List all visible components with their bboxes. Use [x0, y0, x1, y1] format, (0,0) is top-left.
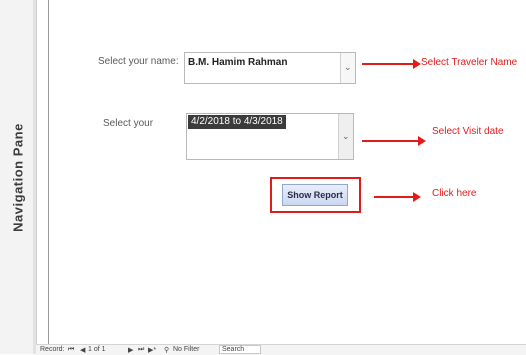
- arrow-head-icon: [413, 192, 421, 202]
- chevron-down-icon: ⌄: [344, 62, 352, 72]
- record-position[interactable]: 1 of 1: [88, 346, 106, 353]
- first-record-icon[interactable]: ⏮: [68, 346, 74, 354]
- form-left-border: [48, 0, 49, 344]
- chevron-down-icon: ⌄: [342, 130, 350, 141]
- visit-date-scrollbar[interactable]: ⌄: [338, 114, 353, 159]
- navigation-pane-edge: [33, 0, 36, 354]
- filter-status[interactable]: No Filter: [173, 346, 199, 353]
- arrow-to-date: [362, 136, 426, 146]
- navigation-pane[interactable]: Navigation Pane: [0, 0, 37, 354]
- next-record-icon[interactable]: ▶: [128, 346, 133, 354]
- name-combobox[interactable]: B.M. Hamim Rahman ⌄: [184, 52, 356, 84]
- arrow-head-icon: [418, 136, 426, 146]
- annotation-select-traveler-name: Select Traveler Name: [421, 57, 518, 68]
- annotation-select-visit-date: Select Visit date: [432, 126, 504, 137]
- name-dropdown-button[interactable]: ⌄: [340, 53, 355, 83]
- previous-record-icon[interactable]: ◀: [80, 346, 85, 354]
- arrow-to-name: [362, 59, 421, 69]
- arrow-to-button: [374, 192, 421, 202]
- show-report-button[interactable]: Show Report: [282, 184, 348, 206]
- filter-icon[interactable]: ⚲: [164, 346, 169, 354]
- last-record-icon[interactable]: ⏭: [138, 346, 144, 354]
- arrow-head-icon: [413, 59, 421, 69]
- visit-date-selected-item[interactable]: 4/2/2018 to 4/3/2018: [188, 115, 286, 129]
- navigation-pane-title[interactable]: Navigation Pane: [11, 108, 26, 248]
- name-combobox-value: B.M. Hamim Rahman: [188, 57, 288, 68]
- new-record-icon[interactable]: ▶*: [148, 346, 156, 354]
- annotation-click-here: Click here: [432, 188, 477, 199]
- record-label: Record:: [40, 346, 65, 353]
- name-field-label: Select your name:: [98, 56, 179, 67]
- record-search-input[interactable]: Search: [219, 345, 261, 354]
- record-navigation-bar: Record: ⏮ ◀ 1 of 1 ▶ ⏭ ▶* ⚲ No Filter Se…: [36, 344, 526, 355]
- visit-date-listbox[interactable]: 4/2/2018 to 4/3/2018 ⌄: [186, 113, 354, 160]
- date-field-label: Select your: [103, 118, 154, 129]
